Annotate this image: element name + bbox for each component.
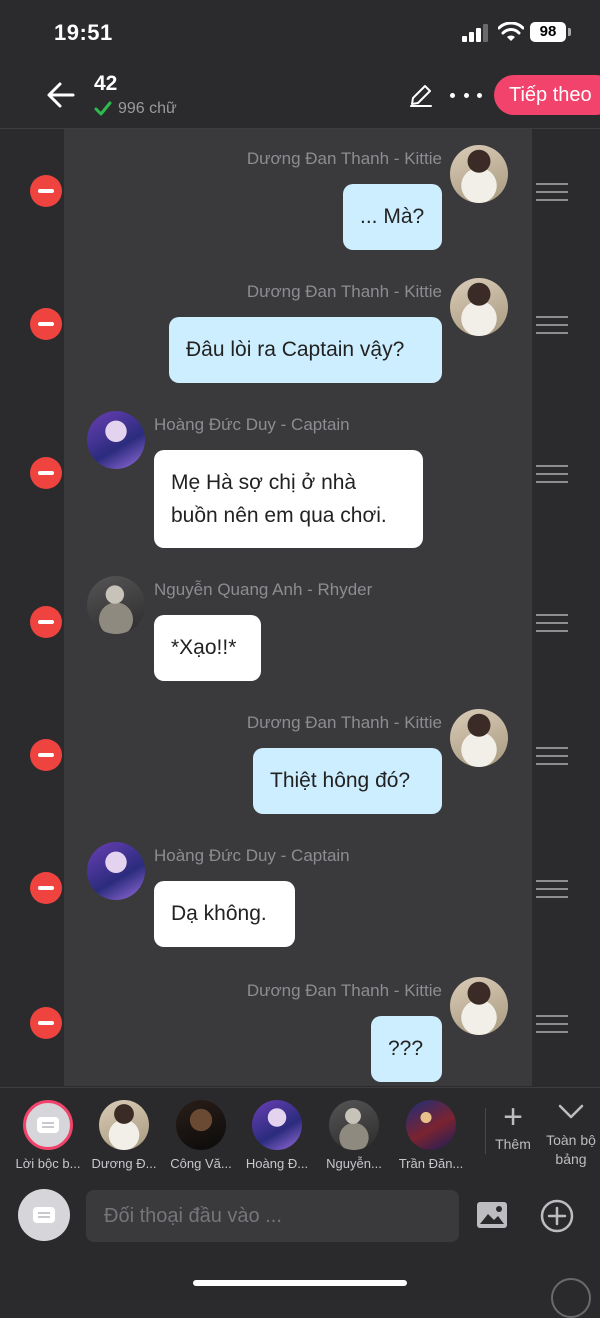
avatar[interactable] bbox=[450, 977, 508, 1035]
avatar[interactable] bbox=[87, 576, 145, 634]
avatar[interactable] bbox=[450, 145, 508, 203]
battery-indicator: 98 bbox=[530, 22, 571, 42]
home-indicator bbox=[193, 1280, 407, 1286]
next-button[interactable]: Tiếp theo bbox=[494, 75, 600, 115]
drag-handle-icon[interactable] bbox=[536, 614, 568, 632]
character-label: Trần Đăn... bbox=[398, 1156, 464, 1171]
character-label: Dương Đ... bbox=[91, 1156, 157, 1171]
avatar bbox=[329, 1100, 379, 1150]
avatar bbox=[99, 1100, 149, 1150]
message-bubble[interactable]: ... Mà? bbox=[343, 184, 442, 250]
delete-message-icon[interactable] bbox=[30, 308, 62, 340]
status-time: 19:51 bbox=[54, 20, 113, 45]
scroll-up-icon[interactable] bbox=[551, 1278, 591, 1318]
image-icon[interactable] bbox=[476, 1201, 508, 1229]
word-count-text: 996 chữ bbox=[118, 100, 177, 117]
character-bar: Lời bộc b... Dương Đ... Công Vă... Hoàng… bbox=[0, 1087, 600, 1178]
speaker-name: Dương Đan Thanh - Kittie bbox=[246, 981, 442, 1000]
avatar[interactable] bbox=[87, 842, 145, 900]
edit-pencil-icon[interactable] bbox=[408, 82, 434, 108]
delete-message-icon[interactable] bbox=[30, 872, 62, 904]
more-options-icon[interactable] bbox=[450, 85, 482, 105]
speaker-name: Dương Đan Thanh - Kittie bbox=[246, 713, 442, 732]
speaker-name: Dương Đan Thanh - Kittie bbox=[246, 149, 442, 168]
dialogue-input[interactable]: Đối thoại đầu vào ... bbox=[86, 1190, 459, 1242]
drag-handle-icon[interactable] bbox=[536, 465, 568, 483]
add-circle-icon[interactable] bbox=[540, 1199, 574, 1233]
character-rhyder[interactable]: Nguyễn... bbox=[315, 1100, 393, 1171]
character-label: Hoàng Đ... bbox=[245, 1156, 309, 1171]
character-label: Lời bộc b... bbox=[15, 1156, 81, 1171]
narrator-note-icon bbox=[23, 1100, 73, 1150]
avatar bbox=[406, 1100, 456, 1150]
drag-handle-icon[interactable] bbox=[536, 880, 568, 898]
drag-handle-icon[interactable] bbox=[536, 1015, 568, 1033]
drag-handle-icon[interactable] bbox=[536, 747, 568, 765]
add-character-label: Thêm bbox=[495, 1136, 531, 1152]
speaker-name: Dương Đan Thanh - Kittie bbox=[246, 282, 442, 301]
drag-handle-icon[interactable] bbox=[536, 183, 568, 201]
avatar bbox=[176, 1100, 226, 1150]
speaker-name: Nguyễn Quang Anh - Rhyder bbox=[154, 580, 373, 599]
character-kittie[interactable]: Dương Đ... bbox=[85, 1100, 163, 1171]
message-bubble[interactable]: Dạ không. bbox=[154, 881, 295, 947]
chat-area: Dương Đan Thanh - Kittie ... Mà? Dương Đ… bbox=[0, 129, 600, 1086]
message-bubble[interactable]: Mẹ Hà sợ chị ở nhà buồn nên em qua chơi. bbox=[154, 450, 423, 548]
drag-handle-icon[interactable] bbox=[536, 316, 568, 334]
character-tran[interactable]: Trần Đăn... bbox=[392, 1100, 470, 1171]
narrator-note-icon[interactable] bbox=[18, 1189, 70, 1241]
delete-message-icon[interactable] bbox=[30, 457, 62, 489]
avatar[interactable] bbox=[87, 411, 145, 469]
plus-icon: + bbox=[503, 1098, 523, 1136]
message-bubble[interactable]: *Xạo!!* bbox=[154, 615, 261, 681]
message-bubble[interactable]: ??? bbox=[371, 1016, 442, 1082]
header: 42 996 chữ Tiếp theo bbox=[0, 62, 600, 129]
avatar[interactable] bbox=[450, 709, 508, 767]
avatar bbox=[252, 1100, 302, 1150]
character-label: Công Vă... bbox=[170, 1156, 232, 1171]
delete-message-icon[interactable] bbox=[30, 606, 62, 638]
character-narrator[interactable]: Lời bộc b... bbox=[9, 1100, 87, 1171]
wifi-icon bbox=[498, 22, 524, 41]
status-bar: 19:51 98 bbox=[0, 0, 600, 62]
divider bbox=[485, 1108, 486, 1154]
back-arrow-icon[interactable] bbox=[46, 80, 76, 110]
character-cong[interactable]: Công Vă... bbox=[162, 1100, 240, 1171]
check-icon bbox=[94, 101, 112, 116]
character-label: Nguyễn... bbox=[326, 1156, 382, 1171]
full-table-button[interactable]: Toàn bộ bảng bbox=[540, 1100, 600, 1169]
message-bubble[interactable]: Đâu lòi ra Captain vậy? bbox=[169, 317, 442, 383]
full-table-label: Toàn bộ bảng bbox=[546, 1132, 596, 1167]
cellular-signal-icon bbox=[462, 24, 488, 42]
delete-message-icon[interactable] bbox=[30, 739, 62, 771]
word-count: 996 chữ bbox=[94, 100, 177, 118]
delete-message-icon[interactable] bbox=[30, 175, 62, 207]
character-captain[interactable]: Hoàng Đ... bbox=[238, 1100, 316, 1171]
message-bubble[interactable]: Thiệt hông đó? bbox=[253, 748, 442, 814]
avatar[interactable] bbox=[450, 278, 508, 336]
add-character-button[interactable]: + Thêm bbox=[488, 1100, 538, 1152]
speaker-name: Hoàng Đức Duy - Captain bbox=[154, 846, 350, 865]
chevron-down-icon bbox=[558, 1104, 584, 1119]
delete-message-icon[interactable] bbox=[30, 1007, 62, 1039]
speaker-name: Hoàng Đức Duy - Captain bbox=[154, 415, 350, 434]
chapter-title: 42 bbox=[94, 72, 118, 95]
